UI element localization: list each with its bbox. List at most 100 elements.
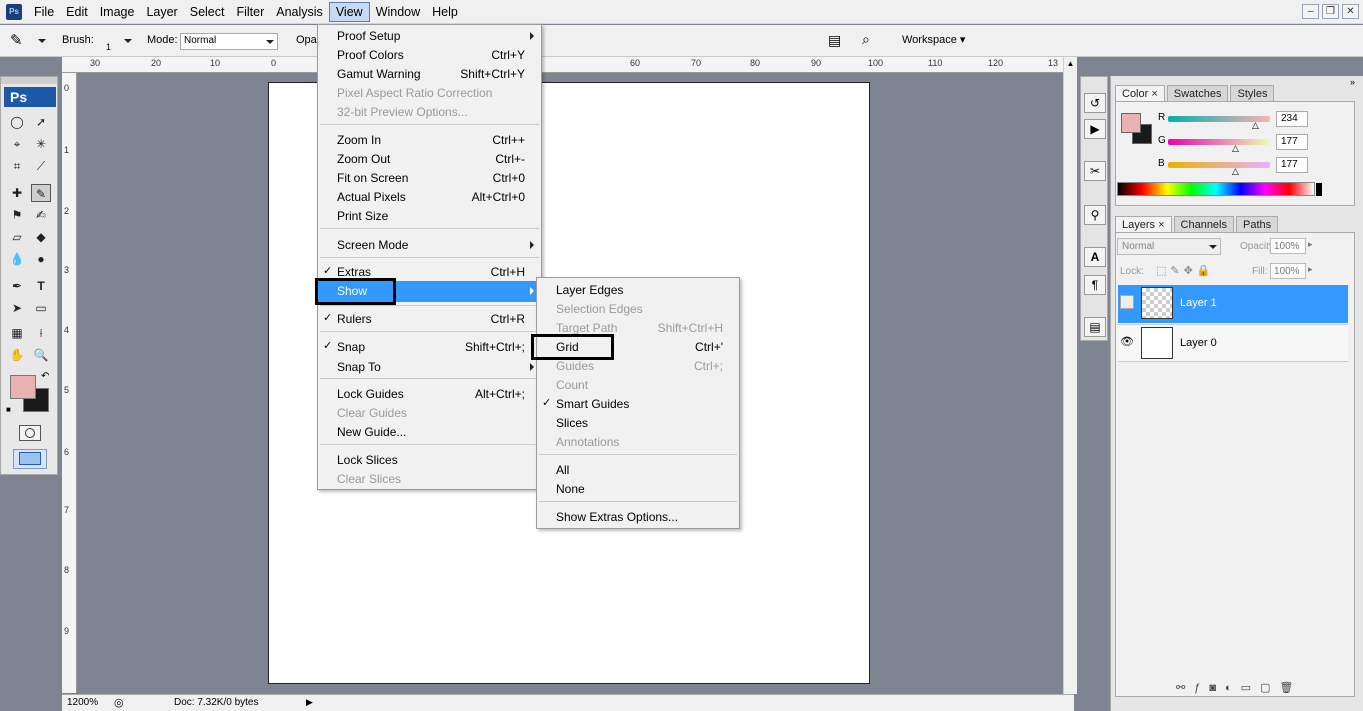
pencil-tool-icon[interactable]: ✎ <box>10 31 23 49</box>
zoom-tool-icon[interactable]: 🔍 <box>31 346 51 364</box>
mode-select[interactable]: Normal <box>180 33 278 50</box>
eraser-tool-icon[interactable]: ▱ <box>7 228 27 246</box>
default-colors-icon[interactable]: ■ <box>6 405 11 414</box>
healing-brush-icon[interactable]: ✚ <box>7 184 27 202</box>
foreground-color-fill[interactable] <box>10 375 36 399</box>
g-value[interactable]: 177 <box>1276 134 1308 150</box>
tab-swatches[interactable]: Swatches <box>1166 85 1229 102</box>
menu-window[interactable]: Window <box>370 3 426 21</box>
polygonal-lasso-icon[interactable]: ⌖ <box>7 135 27 153</box>
menu-item-all[interactable]: All <box>537 460 739 479</box>
blur-tool-icon[interactable]: 💧 <box>7 250 27 268</box>
menu-edit[interactable]: Edit <box>60 3 94 21</box>
r-value[interactable]: 234 <box>1276 111 1308 127</box>
magic-wand-icon[interactable]: ✳ <box>31 135 51 153</box>
eyedropper-icon[interactable]: ⟊ <box>31 324 51 342</box>
g-slider-thumb-icon[interactable]: △ <box>1232 143 1239 154</box>
menu-item-proof-setup[interactable]: Proof Setup <box>318 26 541 45</box>
menu-item-lock-guides[interactable]: Lock Guides Alt+Ctrl+; <box>318 384 541 403</box>
brushes-icon[interactable]: ⚲ <box>1084 205 1106 225</box>
tab-channels[interactable]: Channels <box>1173 216 1234 233</box>
brush-picker-caret-icon[interactable] <box>124 39 132 43</box>
path-selection-icon[interactable]: ➤ <box>7 299 27 317</box>
layer-thumbnail[interactable] <box>1141 287 1173 319</box>
paragraph-icon[interactable]: ¶ <box>1084 275 1106 295</box>
panel-collapse-icon[interactable]: » <box>1350 77 1355 87</box>
menu-item-zoom-out[interactable]: Zoom Out Ctrl+- <box>318 149 541 168</box>
restore-icon[interactable]: ❐ <box>1322 4 1339 19</box>
brush-size[interactable]: 1 <box>106 42 111 52</box>
menu-item-zoom-in[interactable]: Zoom In Ctrl++ <box>318 130 541 149</box>
tab-color[interactable]: Color × <box>1115 85 1165 102</box>
menu-item-show-extras-options[interactable]: Show Extras Options... <box>537 507 739 526</box>
menu-item-snap-to[interactable]: Snap To <box>318 357 541 376</box>
type-tool-icon[interactable]: T <box>31 277 51 295</box>
menu-item-snap[interactable]: ✓ Snap Shift+Ctrl+; <box>318 337 541 356</box>
b-slider-thumb-icon[interactable]: △ <box>1232 166 1239 177</box>
shape-tool-icon[interactable]: ▭ <box>31 299 51 317</box>
menu-item-none[interactable]: None <box>537 479 739 498</box>
b-value[interactable]: 177 <box>1276 157 1308 173</box>
blend-mode-select[interactable]: Normal <box>1117 238 1221 255</box>
swap-colors-icon[interactable]: ↶ <box>41 371 49 382</box>
history-icon[interactable]: ↺ <box>1084 93 1106 113</box>
opacity-field[interactable]: 100% <box>1270 238 1306 254</box>
fill-field[interactable]: 100% <box>1270 263 1306 279</box>
menu-item-layer-edges[interactable]: Layer Edges <box>537 280 739 299</box>
tab-styles[interactable]: Styles <box>1230 85 1275 102</box>
notes-tool-icon[interactable]: ▦ <box>7 324 27 342</box>
pen-tool-icon[interactable]: ✒ <box>7 277 27 295</box>
r-slider-thumb-icon[interactable]: △ <box>1252 120 1259 131</box>
layer-name[interactable]: Layer 1 <box>1180 297 1217 309</box>
menu-item-gamut-warning[interactable]: Gamut Warning Shift+Ctrl+Y <box>318 64 541 83</box>
menu-help[interactable]: Help <box>426 3 464 21</box>
layer-row[interactable]: Layer 1 <box>1118 285 1348 323</box>
status-arrow-icon[interactable]: ▶ <box>306 697 313 708</box>
menu-item-slices[interactable]: Slices <box>537 413 739 432</box>
b-slider[interactable] <box>1168 162 1270 168</box>
menu-item-lock-slices[interactable]: Lock Slices <box>318 450 541 469</box>
menu-image[interactable]: Image <box>94 3 141 21</box>
tab-layers[interactable]: Layers × <box>1115 216 1172 233</box>
minimize-icon[interactable]: – <box>1302 4 1319 19</box>
paint-bucket-icon[interactable]: ◆ <box>31 228 51 246</box>
pencil-tool-icon[interactable]: ✎ <box>31 184 51 202</box>
hand-tool-icon[interactable]: ✋ <box>7 346 27 364</box>
menu-select[interactable]: Select <box>184 3 231 21</box>
g-slider[interactable] <box>1168 139 1270 145</box>
spectrum-black-swatch[interactable] <box>1316 183 1322 196</box>
status-info-icon[interactable]: ◎ <box>114 696 124 709</box>
layer-row[interactable]: 👁 Layer 0 <box>1118 324 1348 362</box>
menu-item-proof-colors[interactable]: Proof Colors Ctrl+Y <box>318 45 541 64</box>
actions-icon[interactable]: ▶ <box>1084 119 1106 139</box>
tool-preset-caret-icon[interactable] <box>38 39 46 43</box>
menu-item-smart-guides[interactable]: ✓ Smart Guides <box>537 394 739 413</box>
menu-item-fit-on-screen[interactable]: Fit on Screen Ctrl+0 <box>318 168 541 187</box>
lock-icons[interactable]: ⬚✎✥🔒 <box>1156 264 1215 277</box>
menu-layer[interactable]: Layer <box>140 3 183 21</box>
move-tool-icon[interactable]: ➚ <box>31 113 51 131</box>
eye-icon[interactable]: 👁 <box>1120 335 1134 348</box>
dodge-tool-icon[interactable]: ● <box>31 250 51 268</box>
clone-stamp-icon[interactable]: ⚑ <box>7 206 27 224</box>
menu-item-actual-pixels[interactable]: Actual Pixels Alt+Ctrl+0 <box>318 187 541 206</box>
screen-mode-icon[interactable] <box>13 449 47 469</box>
layer-thumbnail[interactable] <box>1141 327 1173 359</box>
slice-tool-icon[interactable]: ⟋ <box>31 157 51 175</box>
vertical-scrollbar[interactable]: ▲ <box>1063 57 1077 694</box>
tool-presets-icon[interactable]: ✂ <box>1084 161 1106 181</box>
opacity-arrow-icon[interactable]: ▸ <box>1308 239 1313 250</box>
layer-comps-icon[interactable]: ▤ <box>1084 317 1106 337</box>
toolbox-grip[interactable] <box>1 77 57 84</box>
tab-paths[interactable]: Paths <box>1236 216 1279 233</box>
zoom-level[interactable]: 1200% <box>67 697 98 708</box>
menu-filter[interactable]: Filter <box>230 3 270 21</box>
close-icon[interactable]: ✕ <box>1342 4 1359 19</box>
character-icon[interactable]: A <box>1084 247 1106 267</box>
lasso-tool-icon[interactable]: ◯ <box>7 113 27 131</box>
menu-item-screen-mode[interactable]: Screen Mode <box>318 235 541 254</box>
menu-view[interactable]: View <box>328 1 370 22</box>
workspace-menu[interactable]: Workspace ▾ <box>902 33 965 46</box>
crop-tool-icon[interactable]: ⌗ <box>7 157 27 175</box>
menu-item-print-size[interactable]: Print Size <box>318 206 541 225</box>
